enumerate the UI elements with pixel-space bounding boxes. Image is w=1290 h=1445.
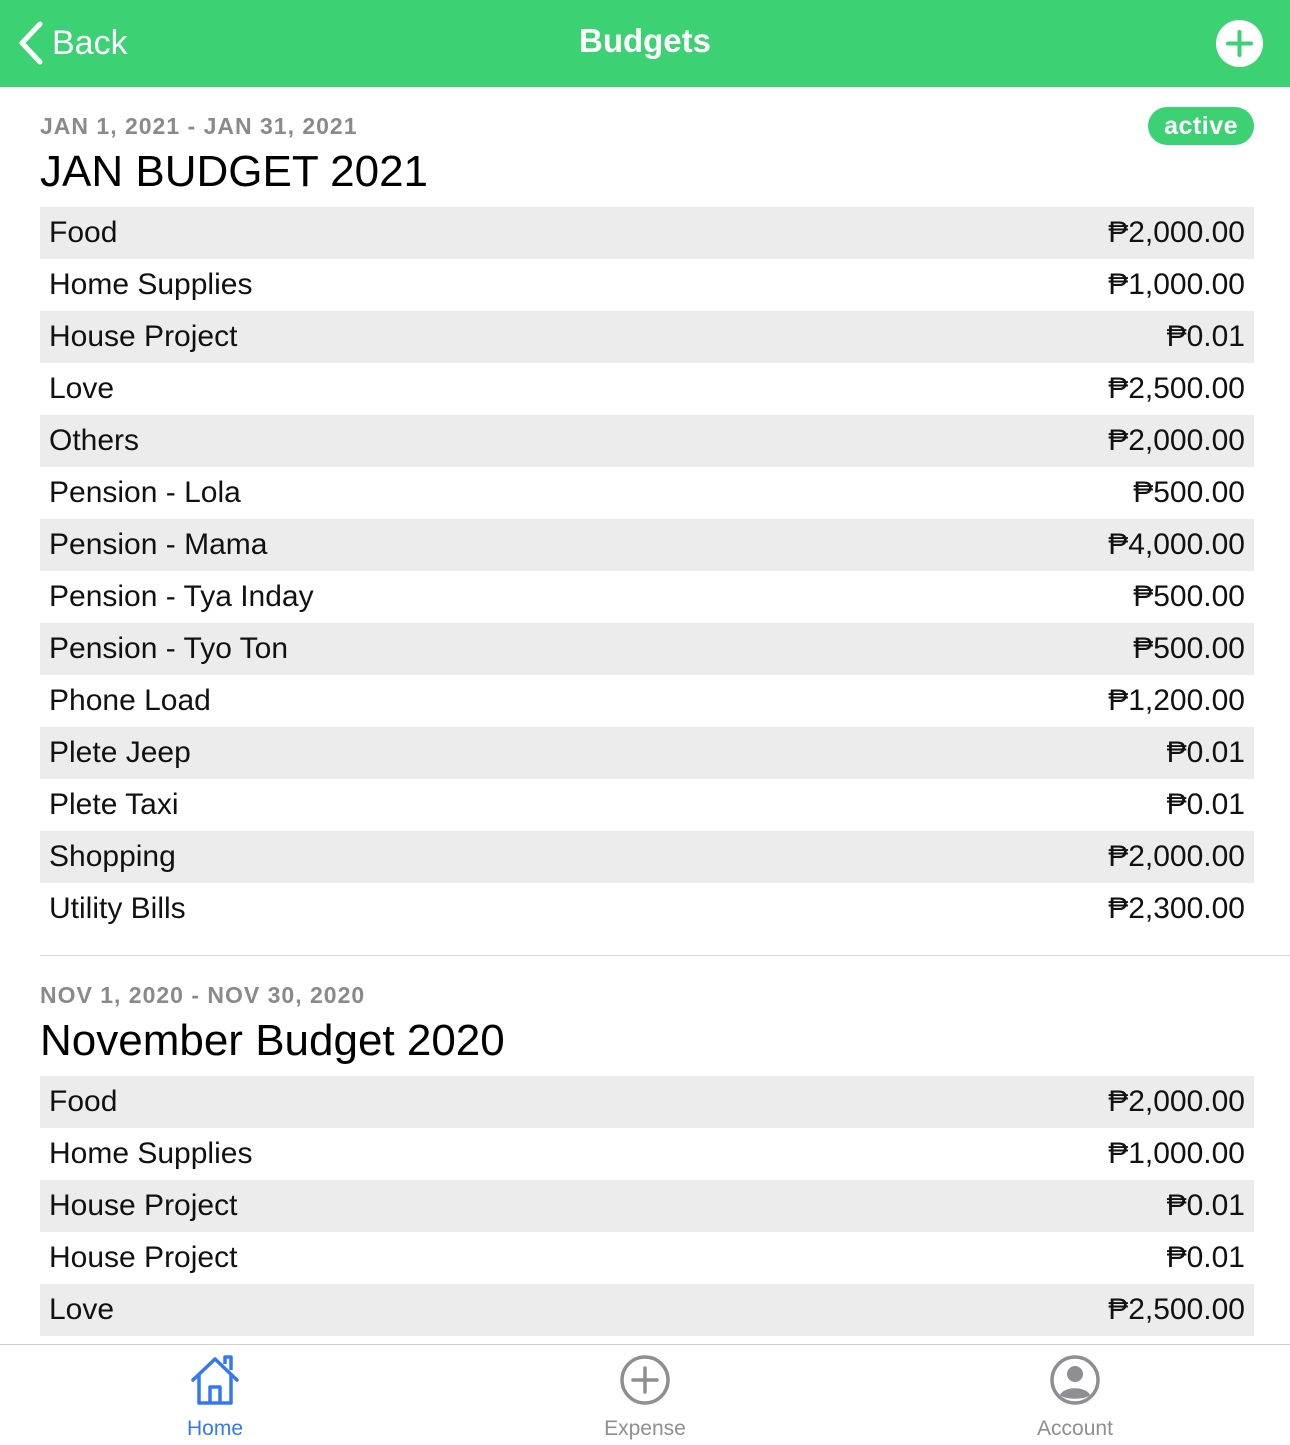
budget-row[interactable]: Pension - Mama ₱4,000.00 [40,519,1254,571]
budget-title: November Budget 2020 [40,1016,505,1065]
budget-row[interactable]: House Project ₱0.01 [40,311,1254,363]
category-name: Pension - Mama [49,528,268,561]
category-amount: ₱2,000.00 [1108,216,1245,249]
tab-label: Home [186,1417,244,1440]
budget-card[interactable]: NOV 1, 2020 - NOV 30, 2020 November Budg… [40,956,1254,1336]
plus-circle-icon [1216,20,1263,67]
budget-period: JAN 1, 2021 - JAN 31, 2021 [40,113,358,139]
category-name: Food [49,1085,118,1118]
category-amount: ₱2,500.00 [1108,372,1245,405]
budget-row[interactable]: House Project ₱0.01 [40,1180,1254,1232]
category-name: Pension - Tya Inday [49,580,314,613]
category-name: Phone Load [49,684,211,717]
tab-label: Expense [604,1417,686,1440]
category-name: House Project [49,320,238,353]
budget-period: NOV 1, 2020 - NOV 30, 2020 [40,982,366,1008]
budget-row[interactable]: Food ₱2,000.00 [40,207,1254,259]
category-name: Love [49,1293,115,1326]
nav-bar: Back Budgets [0,0,1290,87]
tab-expense[interactable]: Expense [545,1345,745,1445]
category-name: Love [49,372,115,405]
budget-row[interactable]: Food ₱2,000.00 [40,1076,1254,1128]
tab-bar: Home Expense Account [0,1344,1290,1445]
category-amount: ₱1,200.00 [1108,684,1245,717]
category-name: Pension - Tyo Ton [49,632,289,665]
category-name: House Project [49,1241,238,1274]
add-budget-button[interactable] [1216,20,1263,67]
category-amount: ₱2,500.00 [1108,1293,1245,1326]
budget-row[interactable]: Love ₱2,500.00 [40,1284,1254,1336]
category-amount: ₱0.01 [1166,1189,1245,1222]
category-name: Plete Taxi [49,788,179,821]
category-name: Home Supplies [49,268,253,301]
category-amount: ₱500.00 [1133,580,1245,613]
budget-list[interactable]: JAN 1, 2021 - JAN 31, 2021 active JAN BU… [0,87,1290,1344]
category-amount: ₱2,300.00 [1108,892,1245,925]
category-amount: ₱2,000.00 [1108,424,1245,457]
category-name: Shopping [49,840,176,873]
budget-row[interactable]: Pension - Tya Inday ₱500.00 [40,571,1254,623]
plus-circle-outline-icon [617,1353,673,1409]
category-amount: ₱500.00 [1133,476,1245,509]
category-name: House Project [49,1189,238,1222]
status-badge: active [1148,107,1254,145]
budget-items: Food ₱2,000.00 Home Supplies ₱1,000.00 Hou… [40,1076,1254,1336]
tab-home[interactable]: Home [115,1345,315,1445]
budget-row[interactable]: Pension - Tyo Ton ₱500.00 [40,623,1254,675]
budget-row[interactable]: Pension - Lola ₱500.00 [40,467,1254,519]
category-amount: ₱2,000.00 [1108,1085,1245,1118]
category-name: Utility Bills [49,892,186,925]
category-amount: ₱0.01 [1166,320,1245,353]
category-name: Home Supplies [49,1137,253,1170]
budget-row[interactable]: Shopping ₱2,000.00 [40,831,1254,883]
budget-card[interactable]: JAN 1, 2021 - JAN 31, 2021 active JAN BU… [40,87,1254,935]
category-amount: ₱1,000.00 [1108,1137,1245,1170]
home-icon [187,1353,243,1409]
budget-row[interactable]: Plete Taxi ₱0.01 [40,779,1254,831]
budget-row[interactable]: Phone Load ₱1,200.00 [40,675,1254,727]
category-amount: ₱1,000.00 [1108,268,1245,301]
budget-row[interactable]: House Project ₱0.01 [40,1232,1254,1284]
category-amount: ₱2,000.00 [1108,840,1245,873]
category-amount: ₱500.00 [1133,632,1245,665]
tab-label: Account [1037,1417,1113,1440]
category-name: Pension - Lola [49,476,241,509]
budget-items: Food ₱2,000.00 Home Supplies ₱1,000.00 Hou… [40,207,1254,935]
category-amount: ₱0.01 [1166,1241,1245,1274]
budget-row[interactable]: Love ₱2,500.00 [40,363,1254,415]
budget-title: JAN BUDGET 2021 [40,147,429,196]
budget-row[interactable]: Home Supplies ₱1,000.00 [40,1128,1254,1180]
category-name: Plete Jeep [49,736,191,769]
category-amount: ₱0.01 [1166,788,1245,821]
budget-row[interactable]: Home Supplies ₱1,000.00 [40,259,1254,311]
budget-row[interactable]: Others ₱2,000.00 [40,415,1254,467]
page-title: Budgets [579,22,711,59]
tab-account[interactable]: Account [975,1345,1175,1445]
category-amount: ₱0.01 [1166,736,1245,769]
budget-row[interactable]: Utility Bills ₱2,300.00 [40,883,1254,935]
user-circle-icon [1047,1353,1103,1409]
budget-row[interactable]: Plete Jeep ₱0.01 [40,727,1254,779]
category-name: Food [49,216,118,249]
category-amount: ₱4,000.00 [1108,528,1245,561]
category-name: Others [49,424,140,457]
